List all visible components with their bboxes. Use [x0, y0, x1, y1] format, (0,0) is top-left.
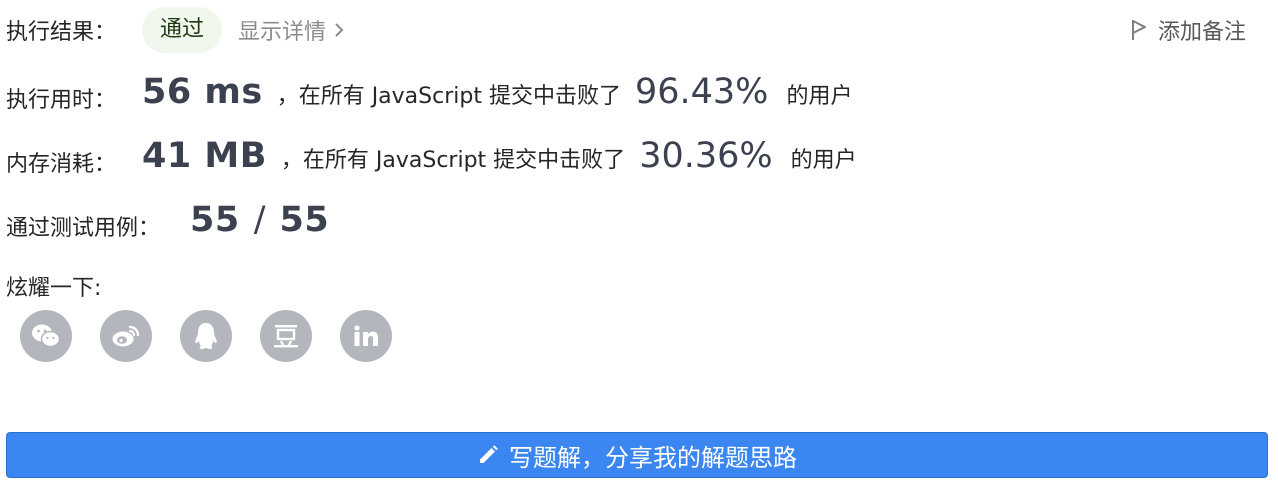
- tests-label: 通过测试用例：: [6, 216, 161, 241]
- add-note-button[interactable]: 添加备注: [1130, 14, 1246, 46]
- result-label: 执行结果：: [6, 20, 117, 45]
- qq-icon: [195, 323, 217, 349]
- share-buttons: [20, 310, 420, 362]
- runtime-value: 56 ms: [142, 72, 263, 112]
- chevron-right-icon: [335, 23, 344, 37]
- flag-icon: [1131, 20, 1146, 40]
- share-label: 炫耀一下:: [6, 276, 102, 301]
- memory-stat: 41 MB ，在所有 JavaScript 提交中击败了 30.36% 的用户: [142, 136, 857, 176]
- share-linkedin-button[interactable]: [340, 310, 392, 362]
- tests-stat: 55 / 55: [190, 200, 329, 240]
- write-solution-button[interactable]: 写题解，分享我的解题思路: [6, 432, 1268, 478]
- weibo-icon: [112, 325, 140, 347]
- runtime-label: 执行用时：: [6, 88, 117, 113]
- tests-passed: 55: [190, 200, 240, 240]
- add-note-label: 添加备注: [1157, 20, 1246, 45]
- share-qq-button[interactable]: [180, 310, 232, 362]
- memory-value: 41 MB: [142, 136, 267, 176]
- memory-prefix: ，在所有 JavaScript 提交中击败了: [280, 148, 626, 173]
- pencil-icon: [480, 445, 498, 463]
- runtime-stat: 56 ms ，在所有 JavaScript 提交中击败了 96.43% 的用户: [142, 72, 852, 112]
- share-wechat-button[interactable]: [20, 310, 72, 362]
- write-solution-label: 写题解，分享我的解题思路: [509, 443, 797, 472]
- status-badge: 通过: [142, 7, 222, 53]
- douban-icon: [274, 325, 298, 348]
- runtime-prefix: ，在所有 JavaScript 提交中击败了: [276, 84, 621, 109]
- memory-label: 内存消耗：: [6, 152, 117, 177]
- tests-total: 55: [279, 200, 330, 240]
- wechat-icon: [32, 324, 61, 348]
- runtime-percent: 96.43%: [634, 72, 769, 112]
- memory-percent: 30.36%: [639, 136, 773, 176]
- submission-result-panel: 执行结果： 通过 显示详情 添加备注 执行用时： 56 ms ，在所有 Java…: [0, 0, 1278, 490]
- share-douban-button[interactable]: [260, 310, 312, 362]
- tests-separator: /: [253, 200, 266, 240]
- linkedin-icon: [354, 325, 378, 346]
- share-weibo-button[interactable]: [100, 310, 152, 362]
- show-details-label: 显示详情: [238, 20, 327, 45]
- memory-suffix: 的用户: [790, 148, 857, 173]
- show-details-link[interactable]: 显示详情: [238, 14, 344, 46]
- runtime-suffix: 的用户: [786, 84, 853, 109]
